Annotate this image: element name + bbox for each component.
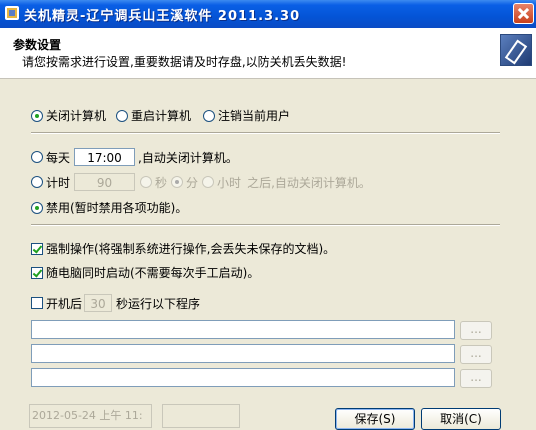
settings-logo-icon (500, 34, 532, 66)
autostart-label: 随电脑同时启动(不需要每次手工启动)。 (46, 266, 260, 280)
program-path-input-1[interactable] (31, 320, 455, 339)
hours-radio[interactable] (202, 176, 215, 188)
daily-time-input[interactable]: 17:00 (74, 148, 136, 166)
browse-button-1[interactable]: ... (460, 321, 492, 340)
option-force[interactable]: 强制操作(将强制系统进行操作,会丢失未保存的文档)。 (31, 240, 335, 257)
schedule-disabled[interactable]: 禁用(暂时禁用各项功能)。 (31, 199, 187, 216)
header-subtitle: 请您按需求进行设置,重要数据请及时存盘,以防关机丢失数据! (22, 55, 347, 69)
shutdown-radio[interactable] (31, 109, 43, 122)
force-checkbox[interactable] (31, 242, 43, 255)
program-path-input-3[interactable] (31, 368, 455, 387)
app-icon (5, 6, 19, 20)
unit-seconds[interactable]: 秒 (140, 174, 167, 191)
option-autostart[interactable]: 随电脑同时启动(不需要每次手工启动)。 (31, 264, 259, 281)
status-panel (162, 404, 240, 428)
save-button[interactable]: 保存(S) (335, 408, 415, 430)
disable-label: 禁用(暂时禁用各项功能)。 (46, 201, 188, 215)
timer-radio[interactable] (31, 176, 43, 188)
unit-hours[interactable]: 小时 (202, 174, 241, 191)
option-logoff[interactable]: 注销当前用户 (203, 107, 290, 124)
disable-radio[interactable] (31, 201, 43, 214)
daily-label: 每天 (46, 150, 71, 165)
run-programs-row: 开机后 30 秒运行以下程序 (31, 294, 200, 312)
option-shutdown[interactable]: 关闭计算机 (31, 107, 106, 124)
action-options: 关闭计算机 重启计算机 注销当前用户 (31, 107, 290, 124)
logoff-radio[interactable] (203, 109, 216, 122)
minutes-label: 分 (186, 175, 199, 190)
separator (31, 224, 500, 226)
close-button[interactable] (513, 3, 534, 24)
minutes-radio[interactable] (171, 176, 184, 188)
seconds-label: 秒 (155, 175, 168, 190)
autostart-checkbox[interactable] (31, 266, 43, 279)
hours-label: 小时 (217, 175, 242, 190)
run-after-label: 秒运行以下程序 (116, 296, 201, 311)
timer-suffix: 之后,自动关闭计算机。 (247, 175, 371, 190)
restart-radio[interactable] (116, 109, 129, 122)
unit-minutes[interactable]: 分 (171, 174, 198, 191)
datetime-display: 2012-05-24 上午 11: (29, 404, 152, 428)
force-label: 强制操作(将强制系统进行操作,会丢失未保存的文档)。 (46, 242, 336, 256)
run-programs-checkbox[interactable] (31, 297, 43, 309)
title-bar[interactable]: 关机精灵-辽宁调兵山王溪软件 2011.3.30 (0, 0, 536, 28)
browse-button-2[interactable]: ... (460, 345, 492, 364)
restart-label: 重启计算机 (131, 109, 192, 123)
dialog-header: 参数设置 请您按需求进行设置,重要数据请及时存盘,以防关机丢失数据! (0, 28, 536, 79)
shutdown-label: 关闭计算机 (46, 109, 107, 123)
logoff-label: 注销当前用户 (218, 109, 291, 123)
timer-label: 计时 (46, 175, 71, 190)
option-restart[interactable]: 重启计算机 (116, 107, 191, 124)
cancel-button[interactable]: 取消(C) (421, 408, 501, 430)
schedule-timer: 计时 90 秒 分 小时 之后,自动关闭计算机。 (31, 173, 371, 191)
daily-radio[interactable] (31, 151, 43, 163)
run-before-label: 开机后 (46, 296, 83, 311)
header-title: 参数设置 (13, 38, 62, 52)
seconds-radio[interactable] (140, 176, 153, 188)
run-delay-input[interactable]: 30 (84, 294, 113, 312)
window-title: 关机精灵-辽宁调兵山王溪软件 2011.3.30 (24, 9, 301, 24)
program-path-input-2[interactable] (31, 344, 455, 363)
timer-value-input[interactable]: 90 (74, 173, 136, 191)
daily-suffix: ,自动关闭计算机。 (138, 150, 238, 165)
separator (31, 132, 500, 134)
schedule-daily: 每天 17:00 ,自动关闭计算机。 (31, 148, 238, 166)
browse-button-3[interactable]: ... (460, 369, 492, 388)
